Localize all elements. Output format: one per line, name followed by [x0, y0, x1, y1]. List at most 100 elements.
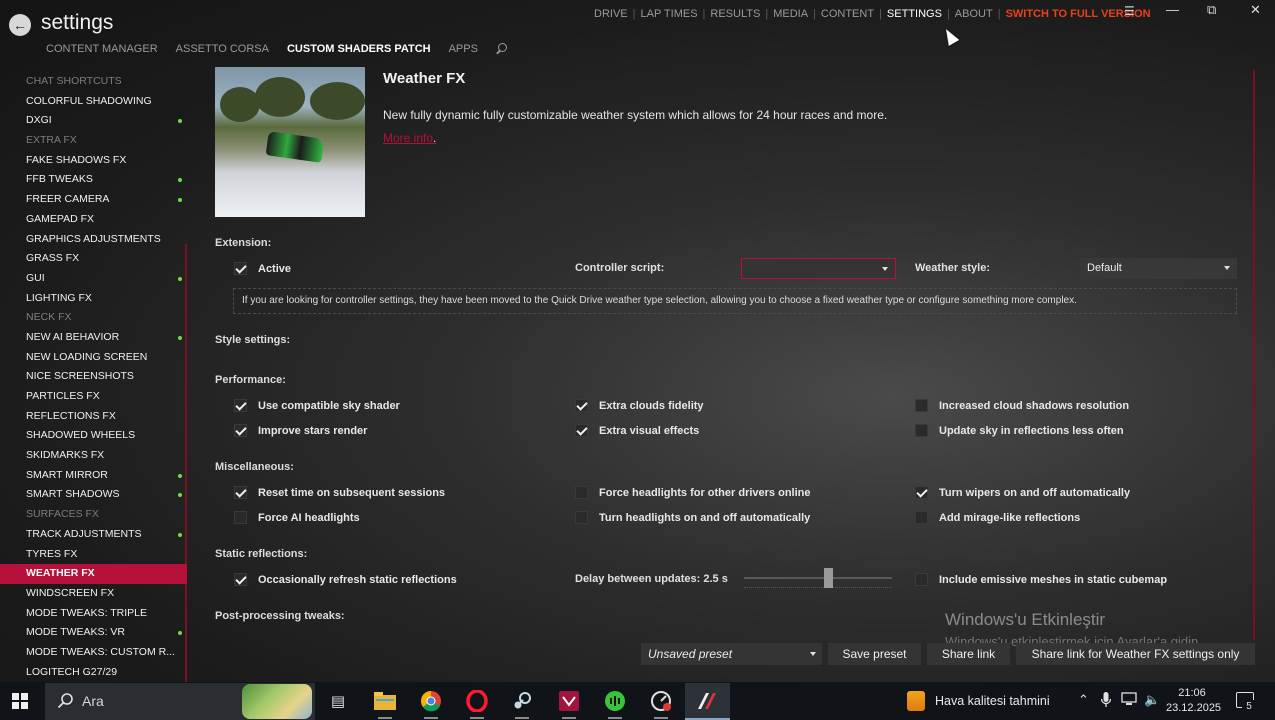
microphone-icon[interactable]	[1100, 692, 1112, 711]
volume-icon[interactable]: 🔈	[1144, 692, 1160, 708]
checkbox-box[interactable]	[915, 424, 928, 437]
sidebar-item[interactable]: GRASS FX	[0, 249, 187, 269]
sidebar-item[interactable]: NEW LOADING SCREEN	[0, 348, 187, 368]
share-weather-fx-link-button[interactable]: Share link for Weather FX settings only	[1016, 643, 1255, 665]
content-scrollbar[interactable]	[1253, 70, 1255, 640]
checkbox-box[interactable]	[575, 511, 588, 524]
sidebar-item[interactable]: REFLECTIONS FX	[0, 407, 187, 427]
task-view-icon[interactable]: ▤	[326, 689, 350, 713]
taskbar-search[interactable]: Ara	[45, 683, 315, 720]
sidebar-item[interactable]: NEW AI BEHAVIOR	[0, 328, 187, 348]
checkbox-box[interactable]	[234, 424, 247, 437]
checkbox-box[interactable]	[234, 511, 247, 524]
opera-icon[interactable]	[465, 689, 489, 713]
sidebar-item[interactable]: MODE TWEAKS: VR	[0, 623, 187, 643]
checkbox-box[interactable]	[915, 573, 928, 586]
subnav-apps[interactable]: APPS	[449, 43, 478, 55]
checkbox-box[interactable]	[915, 486, 928, 499]
nav-drive[interactable]: DRIVE	[594, 8, 628, 20]
chrome-icon[interactable]	[419, 689, 443, 713]
slider-thumb[interactable]	[824, 568, 833, 588]
save-preset-button[interactable]: Save preset	[828, 643, 921, 665]
sidebar-item[interactable]: FAKE SHADOWS FX	[0, 151, 187, 171]
weather-style-select[interactable]: Default	[1080, 258, 1237, 279]
taskbar-clock[interactable]: 21:06 23.12.2025	[1166, 686, 1221, 716]
active-checkbox[interactable]: Active	[234, 262, 291, 275]
sidebar-item[interactable]: GAMEPAD FX	[0, 210, 187, 230]
sidebar-item[interactable]: SHADOWED WHEELS	[0, 426, 187, 446]
sidebar-item[interactable]: SKIDMARKS FX	[0, 446, 187, 466]
sidebar-item[interactable]: GUI	[0, 269, 187, 289]
air-quality-icon[interactable]	[907, 691, 925, 711]
share-link-button[interactable]: Share link	[927, 643, 1010, 665]
option-checkbox[interactable]: Increased cloud shadows resolution	[915, 399, 1129, 412]
sidebar-item[interactable]: EXTRA FX	[0, 131, 187, 151]
checkbox-box[interactable]	[575, 399, 588, 412]
option-checkbox[interactable]: Extra visual effects	[575, 424, 699, 437]
steam-icon[interactable]	[510, 689, 534, 713]
include-emissive-checkbox[interactable]: Include emissive meshes in static cubema…	[915, 573, 1167, 586]
checkbox-box[interactable]	[234, 486, 247, 499]
option-checkbox[interactable]: Extra clouds fidelity	[575, 399, 704, 412]
option-checkbox[interactable]: Improve stars render	[234, 424, 367, 437]
speedometer-app-icon[interactable]	[649, 689, 673, 713]
nav-about[interactable]: ABOUT	[955, 8, 993, 20]
nav-lap-times[interactable]: LAP TIMES	[640, 8, 697, 20]
option-checkbox[interactable]: Turn wipers on and off automatically	[915, 486, 1130, 499]
sidebar-item[interactable]: TRACK ADJUSTMENTS	[0, 525, 187, 545]
delay-slider[interactable]	[744, 568, 892, 588]
sidebar-item[interactable]: LOGITECH G27/29	[0, 663, 187, 682]
nav-results[interactable]: RESULTS	[710, 8, 760, 20]
more-info-link[interactable]: More info.	[383, 131, 436, 145]
air-quality-label[interactable]: Hava kalitesi tahmini	[935, 694, 1050, 708]
menu-icon[interactable]: ☰	[1124, 4, 1136, 18]
network-icon[interactable]	[1121, 692, 1137, 709]
sidebar-item[interactable]: PARTICLES FX	[0, 387, 187, 407]
preset-select[interactable]: Unsaved preset	[641, 643, 822, 665]
sidebar-item[interactable]: NICE SCREENSHOTS	[0, 367, 187, 387]
refresh-static-reflections-checkbox[interactable]: Occasionally refresh static reflections	[234, 573, 457, 586]
sidebar-item[interactable]: FREER CAMERA	[0, 190, 187, 210]
sidebar-item[interactable]: WINDSCREEN FX	[0, 584, 187, 604]
checkbox-box[interactable]	[915, 399, 928, 412]
sidebar-item[interactable]: LIGHTING FX	[0, 289, 187, 309]
chevron-up-icon[interactable]: ⌃	[1078, 692, 1089, 708]
option-checkbox[interactable]: Add mirage-like reflections	[915, 511, 1080, 524]
vortex-app-icon[interactable]	[557, 689, 581, 713]
checkbox-box[interactable]	[575, 486, 588, 499]
option-checkbox[interactable]: Force AI headlights	[234, 511, 360, 524]
nav-settings[interactable]: SETTINGS	[887, 8, 942, 20]
checkbox-box[interactable]	[915, 511, 928, 524]
sidebar-item[interactable]: SMART SHADOWS	[0, 485, 187, 505]
option-checkbox[interactable]: Force headlights for other drivers onlin…	[575, 486, 810, 499]
voice-app-icon[interactable]	[603, 689, 627, 713]
option-checkbox[interactable]: Reset time on subsequent sessions	[234, 486, 445, 499]
nav-media[interactable]: MEDIA	[773, 8, 808, 20]
sidebar-item[interactable]: MODE TWEAKS: CUSTOM R...	[0, 643, 187, 663]
sidebar-item[interactable]: COLORFUL SHADOWING	[0, 92, 187, 112]
option-checkbox[interactable]: Update sky in reflections less often	[915, 424, 1124, 437]
controller-script-select[interactable]	[741, 258, 896, 279]
nav-content[interactable]: CONTENT	[821, 8, 874, 20]
sidebar-item[interactable]: NECK FX	[0, 308, 187, 328]
sidebar-item[interactable]: FFB TWEAKS	[0, 170, 187, 190]
sidebar-item[interactable]: SMART MIRROR	[0, 466, 187, 486]
subnav-content-manager[interactable]: CONTENT MANAGER	[46, 43, 158, 55]
sidebar-item[interactable]: MODE TWEAKS: TRIPLE	[0, 604, 187, 624]
sidebar-item[interactable]: CHAT SHORTCUTS	[0, 72, 187, 92]
sidebar-item[interactable]: TYRES FX	[0, 545, 187, 565]
content-manager-taskbar-button[interactable]	[685, 683, 730, 720]
sidebar-item[interactable]: SURFACES FX	[0, 505, 187, 525]
option-checkbox[interactable]: Turn headlights on and off automatically	[575, 511, 810, 524]
sidebar-item[interactable]: DXGI	[0, 111, 187, 131]
checkbox-box[interactable]	[234, 399, 247, 412]
subnav-assetto-corsa[interactable]: ASSETTO CORSA	[176, 43, 269, 55]
sidebar-item[interactable]: GRAPHICS ADJUSTMENTS	[0, 230, 187, 250]
search-icon[interactable]	[496, 43, 508, 55]
subnav-custom-shaders-patch[interactable]: CUSTOM SHADERS PATCH	[287, 43, 431, 55]
checkbox-box[interactable]	[234, 262, 247, 275]
restore-icon[interactable]: ⧉	[1207, 2, 1216, 18]
file-explorer-icon[interactable]	[373, 689, 397, 713]
windows-start-icon[interactable]	[12, 693, 28, 709]
sidebar-item[interactable]: WEATHER FX	[0, 564, 187, 584]
